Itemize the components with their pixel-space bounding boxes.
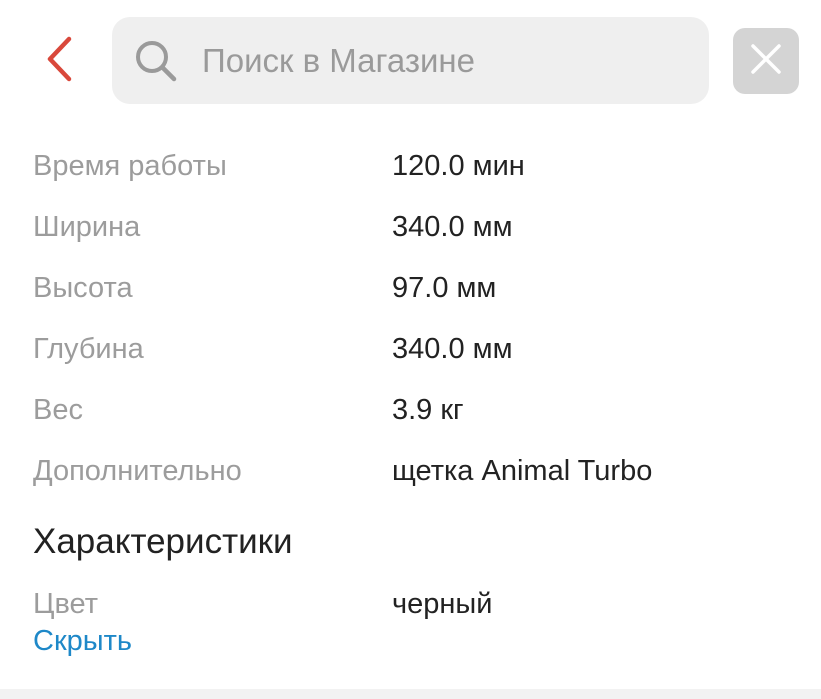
spec-row-runtime: Время работы 120.0 мин: [0, 136, 821, 197]
spec-list: Время работы 120.0 мин Ширина 340.0 мм В…: [0, 136, 821, 502]
spec-label: Высота: [33, 272, 133, 304]
divider: [0, 689, 821, 699]
hide-link[interactable]: Скрыть: [33, 625, 132, 658]
spec-label: Время работы: [33, 150, 227, 182]
spec-row-color: Цвет черный: [0, 588, 821, 628]
spec-label: Ширина: [33, 211, 141, 243]
clear-search-button[interactable]: [733, 28, 799, 94]
close-icon: [750, 43, 782, 80]
spec-row-width: Ширина 340.0 мм: [0, 197, 821, 258]
search-box[interactable]: [112, 17, 709, 104]
spec-value: 340.0 мм: [392, 211, 513, 243]
spec-row-extra: Дополнительно щетка Animal Turbo: [0, 441, 821, 502]
spec-label: Глубина: [33, 333, 144, 365]
spec-value: щетка Animal Turbo: [392, 455, 653, 487]
spec-value: 120.0 мин: [392, 150, 525, 182]
spec-value: 97.0 мм: [392, 272, 497, 304]
spec-value: черный: [392, 588, 493, 620]
spec-row-depth: Глубина 340.0 мм: [0, 319, 821, 380]
chevron-left-icon: [45, 36, 75, 87]
spec-label: Вес: [33, 394, 83, 426]
spec-value: 3.9 кг: [392, 394, 464, 426]
spec-row-height: Высота 97.0 мм: [0, 258, 821, 319]
search-input[interactable]: [202, 41, 682, 80]
spec-label: Дополнительно: [33, 455, 242, 487]
search-header: [0, 0, 821, 120]
spec-row-weight: Вес 3.9 кг: [0, 380, 821, 441]
characteristics-heading: Характеристики: [33, 522, 293, 561]
product-specs-screen: Время работы 120.0 мин Ширина 340.0 мм В…: [0, 0, 821, 699]
spec-label: Цвет: [33, 588, 98, 620]
spec-value: 340.0 мм: [392, 333, 513, 365]
back-button[interactable]: [30, 26, 90, 96]
search-icon: [134, 39, 178, 83]
